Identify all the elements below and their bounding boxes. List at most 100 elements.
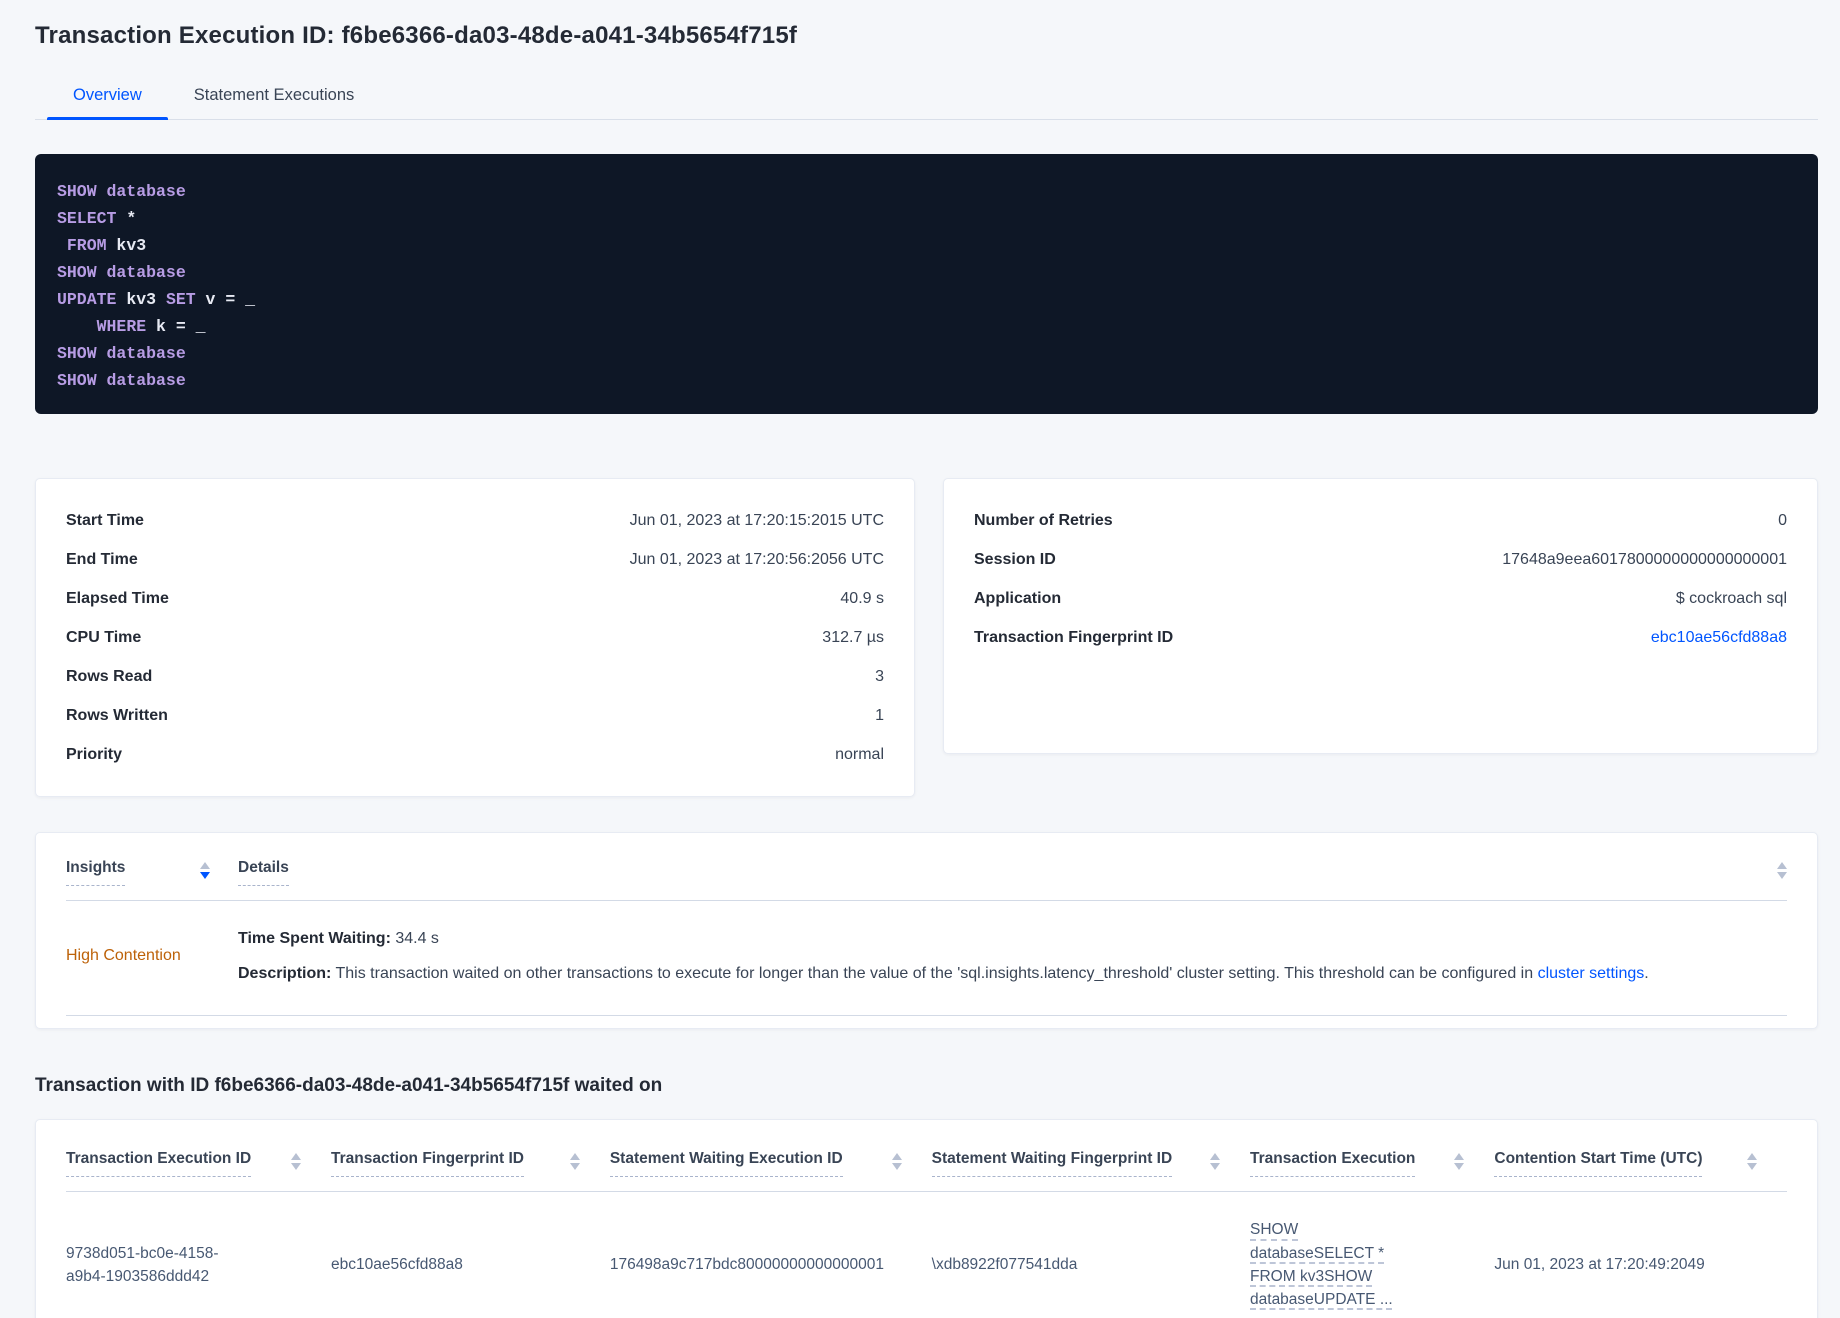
summary-row: Application $ cockroach sql [974, 579, 1787, 618]
insights-table-header: Insights Details [66, 859, 1787, 886]
sort-icon[interactable] [200, 859, 210, 886]
summary-row: Rows Written 1 [66, 696, 884, 735]
summary-label: Session ID [974, 550, 1056, 568]
tab-overview[interactable]: Overview [47, 76, 168, 120]
sort-up-arrow-icon [569, 1153, 580, 1161]
transaction-execution-link[interactable]: SHOW databaseSELECT * FROM kv3SHOW datab… [1250, 1221, 1393, 1308]
sql-line: SHOW database [57, 340, 1794, 367]
cluster-settings-link[interactable]: cluster settings [1538, 965, 1645, 982]
insights-card: Insights Details High Contention Time Sp… [35, 832, 1818, 1030]
details-header-label[interactable]: Details [238, 859, 289, 886]
column-header-label[interactable]: Statement Waiting Fingerprint ID [931, 1150, 1173, 1178]
summary-card-session: Number of Retries 0 Session ID 17648a9eea60… [943, 478, 1818, 754]
summary-label: Priority [66, 745, 123, 763]
summary-row: Transaction Fingerprint ID ebc10ae56cfd88… [974, 618, 1787, 657]
sql-line: UPDATE kv3 SET v = _ [57, 286, 1794, 313]
sql-keyword-token: SHOW database [57, 371, 186, 390]
sql-keyword-token: SHOW database [57, 344, 186, 363]
summary-value: 17648a9eea6017800000000000000001 [1502, 550, 1787, 568]
summary-label: End Time [66, 550, 138, 568]
summary-cards: Start Time Jun 01, 2023 at 17:20:15:2015 … [35, 478, 1818, 797]
summary-row: Priority normal [66, 735, 884, 774]
transaction-fingerprint-id-cell: ebc10ae56cfd88a8 [331, 1256, 463, 1274]
description-text: This transaction waited on other transac… [331, 965, 1538, 983]
table-column-header: Transaction Execution ID [66, 1150, 331, 1178]
sort-icon[interactable] [1746, 1150, 1757, 1171]
summary-row: Start Time Jun 01, 2023 at 17:20:15:2015 … [66, 501, 884, 540]
waited-on-table-header: Transaction Execution ID Transaction Fing… [66, 1150, 1787, 1178]
column-header-label[interactable]: Statement Waiting Execution ID [609, 1150, 843, 1178]
sort-icon[interactable] [1210, 1150, 1221, 1171]
tab-bar: Overview Statement Executions [35, 76, 1818, 120]
table-row: 9738d051-bc0e-4158-a9b4-1903586ddd42 ebc1… [66, 1192, 1787, 1318]
statement-waiting-fingerprint-id-cell: \xdb8922f077541dda [931, 1256, 1078, 1274]
sort-down-arrow-icon [569, 1163, 580, 1171]
sort-icon[interactable] [891, 1150, 902, 1171]
table-column-header: Statement Waiting Fingerprint ID [931, 1150, 1250, 1178]
summary-row: End Time Jun 01, 2023 at 17:20:56:2056 UT… [66, 540, 884, 579]
sort-icon[interactable] [291, 1150, 302, 1171]
summary-row: Number of Retries 0 [974, 501, 1787, 540]
tab-statement-executions[interactable]: Statement Executions [168, 76, 381, 119]
summary-label: Start Time [66, 511, 144, 529]
sort-up-arrow-icon [291, 1153, 302, 1161]
sql-line: FROM kv3 [57, 232, 1794, 259]
sql-plain-token: k = _ [146, 317, 206, 336]
summary-value: 40.9 s [840, 589, 884, 607]
column-header-label[interactable]: Transaction Fingerprint ID [331, 1150, 524, 1178]
sql-keyword-token: SHOW database [57, 182, 186, 201]
sql-code: SHOW database SELECT * FROM kv3 SHOW datab… [57, 178, 1794, 394]
sort-up-arrow-icon [1746, 1153, 1757, 1161]
transaction-execution-id-cell: 9738d051-bc0e-4158-a9b4-1903586ddd42 [66, 1244, 219, 1285]
column-header-label[interactable]: Transaction Execution ID [66, 1150, 252, 1178]
summary-label: CPU Time [66, 628, 142, 646]
sql-line: SHOW database [57, 259, 1794, 286]
sql-keyword-token: SET [165, 290, 196, 309]
sort-icon[interactable] [1777, 859, 1787, 879]
insight-details: Time Spent Waiting: 34.4 s Description: … [238, 927, 1787, 985]
sort-up-arrow-icon [891, 1153, 902, 1161]
sql-line: WHERE k = _ [57, 313, 1794, 340]
sql-keyword-token: UPDATE [57, 290, 117, 309]
summary-value: normal [835, 745, 884, 763]
sort-icon[interactable] [1454, 1150, 1465, 1171]
sort-up-arrow-icon [1454, 1153, 1465, 1161]
summary-value: 0 [1778, 511, 1787, 529]
sort-down-arrow-icon [1777, 872, 1787, 879]
transaction-fingerprint-link[interactable]: ebc10ae56cfd88a8 [1651, 629, 1787, 647]
summary-row: Session ID 17648a9eea60178000000000000000… [974, 540, 1787, 579]
sql-line: SELECT * [57, 205, 1794, 232]
summary-label: Application [974, 589, 1062, 607]
insights-header-label[interactable]: Insights [66, 859, 126, 886]
sort-up-arrow-icon [200, 862, 210, 869]
waiting-label: Time Spent Waiting: [238, 930, 391, 947]
sort-up-arrow-icon [1777, 862, 1787, 869]
waited-on-table-card: Transaction Execution ID Transaction Fing… [35, 1119, 1818, 1318]
sql-plain-token: * [116, 209, 137, 228]
insight-row: High Contention Time Spent Waiting: 34.4… [66, 901, 1787, 1017]
sql-keyword-token: SELECT [57, 209, 117, 228]
waiting-value: 34.4 s [390, 930, 439, 947]
transaction-execution-cell: SHOW databaseSELECT * FROM kv3SHOW datab… [1250, 1218, 1440, 1311]
table-column-header: Contention Start Time (UTC) [1494, 1150, 1787, 1178]
column-header-label[interactable]: Transaction Execution [1250, 1150, 1416, 1178]
sort-icon[interactable] [569, 1150, 580, 1171]
page-title: Transaction Execution ID: f6be6366-da03-… [35, 22, 798, 49]
summary-value: 3 [875, 667, 884, 685]
sql-line: SHOW database [57, 367, 1794, 394]
summary-card-timing: Start Time Jun 01, 2023 at 17:20:15:2015 … [35, 478, 915, 797]
sql-keyword-token: SHOW database [57, 263, 186, 282]
sql-keyword-token: WHERE [96, 317, 147, 336]
column-header-label[interactable]: Contention Start Time (UTC) [1494, 1150, 1703, 1178]
description-label: Description: [238, 965, 332, 983]
sql-plain-token: v = _ [195, 290, 256, 309]
insights-column-header: Insights [66, 859, 238, 886]
waited-on-section-title: Transaction with ID f6be6366-da03-48de-a… [35, 1075, 663, 1097]
sort-down-arrow-icon [291, 1163, 302, 1171]
sql-plain-token: kv3 [116, 290, 166, 309]
sort-down-arrow-icon [891, 1163, 902, 1171]
sql-line: SHOW database [57, 178, 1794, 205]
summary-label: Rows Read [66, 667, 153, 685]
summary-row: Elapsed Time 40.9 s [66, 579, 884, 618]
summary-label: Rows Written [66, 706, 168, 724]
